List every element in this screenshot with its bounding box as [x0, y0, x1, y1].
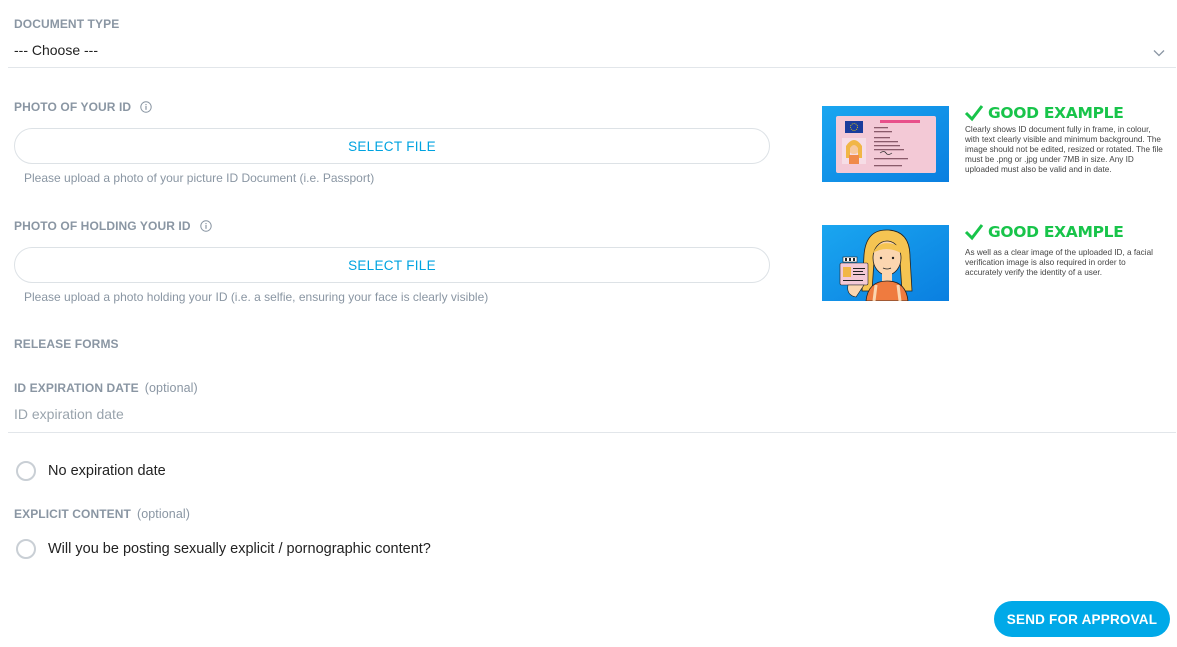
release-forms-label: RELEASE FORMS — [14, 337, 119, 351]
explicit-content-label-text: EXPLICIT CONTENT — [14, 507, 131, 521]
photo-id-label-text: PHOTO OF YOUR ID — [14, 100, 132, 114]
explicit-content-radio[interactable] — [16, 539, 36, 559]
no-expiration-label: No expiration date — [48, 463, 166, 479]
good-example-title-text-2: GOOD EXAMPLE — [988, 223, 1124, 241]
checkmark-icon — [964, 224, 984, 241]
select-file-holding-button[interactable]: SELECT FILE — [14, 247, 770, 283]
document-type-select[interactable]: --- Choose --- — [8, 36, 1176, 68]
photo-holding-label: PHOTO OF HOLDING YOUR ID — [14, 219, 212, 233]
id-expiration-optional: (optional) — [144, 381, 198, 395]
no-expiration-option[interactable]: No expiration date — [16, 461, 166, 481]
document-type-label: DOCUMENT TYPE — [14, 17, 119, 31]
good-example-text-2: As well as a clear image of the uploaded… — [965, 248, 1153, 277]
photo-id-hint: Please upload a photo of your picture ID… — [24, 171, 375, 185]
photo-holding-label-text: PHOTO OF HOLDING YOUR ID — [14, 219, 191, 233]
selfie-example-image — [822, 225, 949, 301]
document-type-value: --- Choose --- — [14, 41, 99, 58]
explicit-content-question: Will you be posting sexually explicit / … — [48, 541, 431, 557]
id-example-image — [822, 106, 949, 182]
id-expiration-label: ID EXPIRATION DATE (optional) — [14, 381, 198, 395]
info-icon[interactable] — [140, 101, 152, 113]
photo-holding-hint: Please upload a photo holding your ID (i… — [24, 290, 489, 304]
document-type-label-text: DOCUMENT TYPE — [14, 17, 120, 31]
id-expiration-label-text: ID EXPIRATION DATE — [14, 381, 139, 395]
explicit-content-optional: (optional) — [136, 507, 191, 521]
explicit-content-option[interactable]: Will you be posting sexually explicit / … — [16, 539, 431, 559]
photo-id-label: PHOTO OF YOUR ID — [14, 100, 152, 114]
select-file-id-button[interactable]: SELECT FILE — [14, 128, 770, 164]
send-for-approval-button[interactable]: SEND FOR APPROVAL — [994, 601, 1170, 637]
no-expiration-radio[interactable] — [16, 461, 36, 481]
good-example-text-1: Clearly shows ID document fully in frame… — [965, 125, 1163, 174]
chevron-down-icon — [1153, 49, 1165, 56]
id-expiration-field[interactable] — [8, 400, 1176, 433]
checkmark-icon — [964, 105, 984, 122]
good-example-title-2: GOOD EXAMPLE — [964, 223, 1124, 241]
release-forms-label-text: RELEASE FORMS — [14, 337, 119, 351]
good-example-title-text-1: GOOD EXAMPLE — [988, 104, 1124, 122]
good-example-title-1: GOOD EXAMPLE — [964, 104, 1124, 122]
info-icon[interactable] — [199, 220, 212, 232]
explicit-content-label: EXPLICIT CONTENT (optional) — [14, 507, 190, 521]
id-expiration-input[interactable] — [14, 400, 1170, 428]
